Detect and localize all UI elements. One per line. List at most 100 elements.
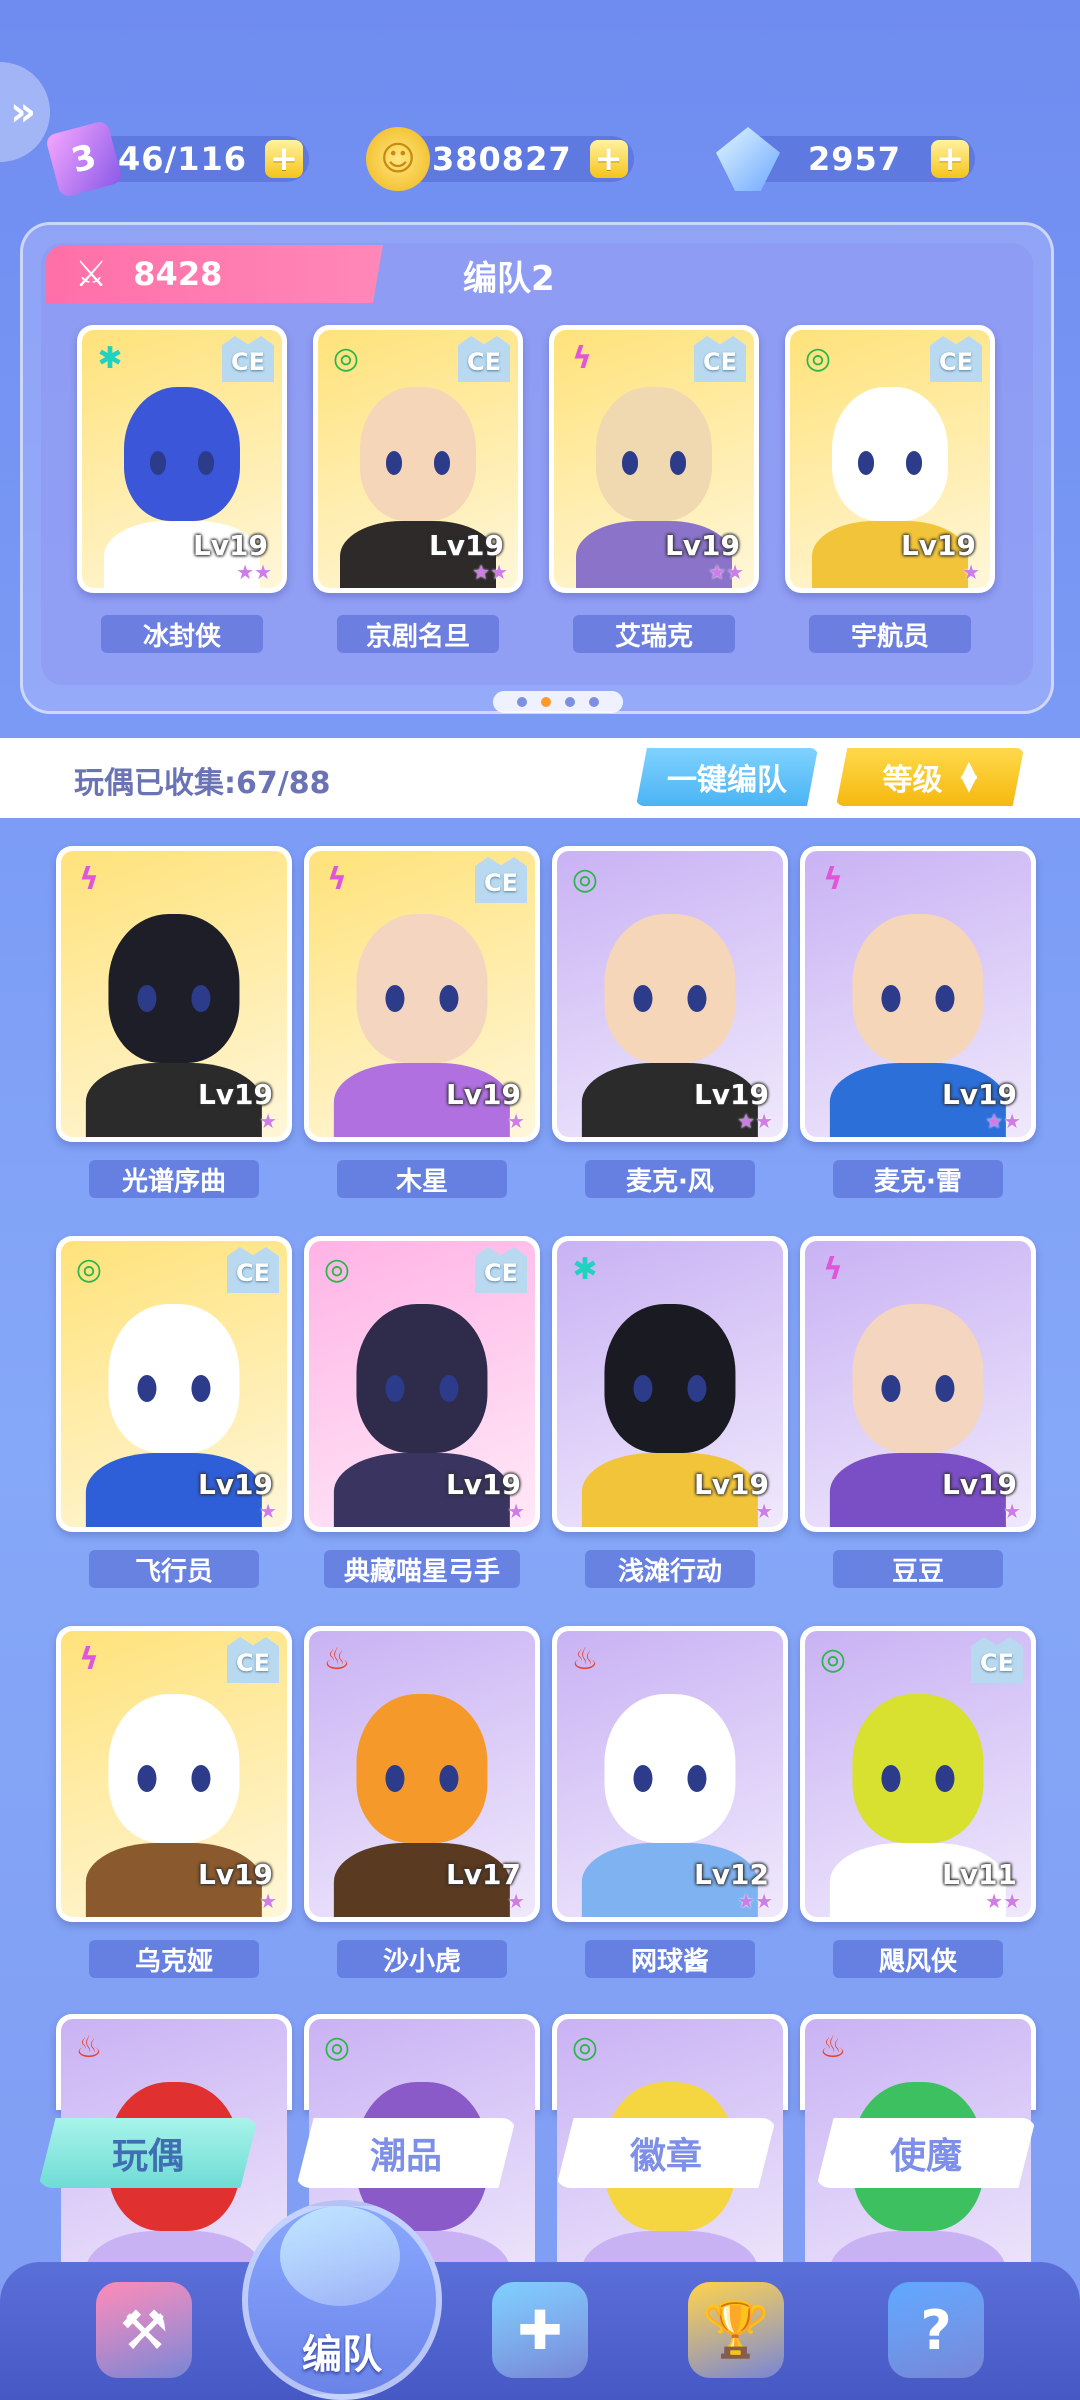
doll-card[interactable]: ◎ Lv19 ★★ <box>552 846 788 1142</box>
stamina-ticket-icon: 3 <box>44 119 124 199</box>
side-expand-tab[interactable]: » <box>0 62 50 162</box>
doll-eyes <box>881 985 955 1013</box>
doll-card[interactable]: ◎ CE Lv19 ★ <box>304 1236 540 1532</box>
doll-card[interactable]: ϟ CE Lv19 ★★ <box>549 325 759 593</box>
nav-item[interactable]: 🏆 <box>676 2270 796 2390</box>
tab-category[interactable]: 徽章 <box>556 2118 776 2188</box>
eye <box>633 1765 653 1793</box>
add-gems-button[interactable]: + <box>931 140 970 178</box>
add-coins-button[interactable]: + <box>589 140 628 178</box>
eye <box>385 985 405 1013</box>
doll-art: ϟ CE Lv19 ★ <box>309 851 535 1137</box>
element-icon: ϟ <box>327 861 347 897</box>
doll-card[interactable]: ϟ CE Lv19 ★ <box>56 1626 292 1922</box>
double-chevron-right-icon: » <box>10 89 36 135</box>
eye <box>137 1375 157 1403</box>
doll-eyes <box>857 451 923 476</box>
page-dot-active[interactable] <box>541 697 551 707</box>
doll-figure-head <box>108 1303 240 1453</box>
doll-name: 宇航员 <box>809 615 971 653</box>
page-dot[interactable] <box>565 697 575 707</box>
doll-art: ♨ Lv17 ★ <box>309 1631 535 1917</box>
nav-item[interactable]: ⚒ <box>84 2270 204 2390</box>
team-power-tag: ⚔ 8428 <box>45 245 383 303</box>
team-page-indicator[interactable] <box>493 691 623 713</box>
star-rating: ★ <box>507 1109 525 1133</box>
doll-card[interactable]: ✱ CE Lv19 ★★ <box>77 325 287 593</box>
doll-level: Lv17 <box>445 1858 521 1891</box>
doll-card[interactable]: ✱ Lv19 ★ <box>552 1236 788 1532</box>
quick-team-button[interactable]: 一键编队 <box>636 748 818 806</box>
eye <box>439 1375 459 1403</box>
doll-figure-head <box>852 913 984 1063</box>
doll-card[interactable]: ♨ <box>800 2014 1036 2305</box>
doll-card[interactable]: ϟ Lv19 ★ <box>56 846 292 1142</box>
doll-level: Lv12 <box>693 1858 769 1891</box>
element-icon: ϟ <box>823 861 843 897</box>
nav-item[interactable] <box>270 2196 410 2316</box>
eye <box>137 985 157 1013</box>
doll-name: 光谱序曲 <box>89 1160 259 1198</box>
eye <box>385 1375 405 1403</box>
doll-card[interactable]: ◎ CE Lv19 ★★ <box>313 325 523 593</box>
doll-card[interactable]: ϟ Lv19 ★★ <box>800 846 1036 1142</box>
doll-figure-head <box>596 386 712 521</box>
hammer-icon: ⚒ <box>96 2282 192 2378</box>
doll-art: ✱ CE Lv19 ★★ <box>82 330 282 588</box>
page-dot[interactable] <box>589 697 599 707</box>
element-icon: ◎ <box>75 1251 103 1287</box>
nav-item[interactable]: ? <box>876 2270 996 2390</box>
ce-crown-badge: CE <box>222 336 274 382</box>
doll-card[interactable]: ◎ <box>552 2014 788 2305</box>
doll-card[interactable]: ◎ <box>304 2014 540 2305</box>
doll-card[interactable]: ϟ CE Lv19 ★ <box>304 846 540 1142</box>
eye <box>137 1765 157 1793</box>
add-stamina-button[interactable]: + <box>265 140 304 178</box>
doll-level: Lv19 <box>445 1468 521 1501</box>
doll-figure-head <box>356 913 488 1063</box>
doll-card[interactable]: ♨ Lv17 ★ <box>304 1626 540 1922</box>
star-rating: ★ <box>1003 1499 1021 1523</box>
collection-bar: 玩偶已收集:67/88 一键编队 等级 ▲ ▼ <box>0 738 1080 818</box>
element-icon: ◎ <box>323 2029 351 2065</box>
page-dot[interactable] <box>517 697 527 707</box>
star-rating: ★ <box>962 560 980 584</box>
doll-card[interactable]: ♨ Lv12 ★★ <box>552 1626 788 1922</box>
tab-category[interactable]: 玩偶 <box>38 2118 258 2188</box>
doll-art: ϟ CE Lv19 ★ <box>61 1631 287 1917</box>
doll-name: 飓风侠 <box>833 1940 1003 1978</box>
star-rating: ★★ <box>236 560 272 584</box>
doll-level: Lv19 <box>197 1078 273 1111</box>
eye <box>687 1375 707 1403</box>
tab-category[interactable]: 潮品 <box>296 2118 516 2188</box>
nav-item[interactable]: ✚ <box>480 2270 600 2390</box>
eye <box>191 1375 211 1403</box>
doll-card[interactable]: ◎ CE Lv11 ★★ <box>800 1626 1036 1922</box>
stamina-value: 46/116 <box>118 140 248 178</box>
eye <box>191 985 211 1013</box>
doll-level: Lv19 <box>693 1078 769 1111</box>
element-icon: ϟ <box>823 1251 843 1287</box>
doll-art: ◎ CE Lv19 ★ <box>309 1241 535 1527</box>
eye <box>669 451 687 476</box>
tab-category[interactable]: 使魔 <box>816 2118 1036 2188</box>
eye <box>191 1765 211 1793</box>
star-rating: ★ <box>259 1109 277 1133</box>
doll-name: 飞行员 <box>89 1550 259 1588</box>
coins-value: 380827 <box>432 140 572 178</box>
doll-card[interactable]: ◎ CE Lv19 ★ <box>785 325 995 593</box>
element-icon: ϟ <box>79 861 99 897</box>
doll-figure-head <box>360 386 476 521</box>
doll-name: 冰封侠 <box>101 615 263 653</box>
doll-figure-head <box>108 1693 240 1843</box>
doll-card[interactable]: ♨ <box>56 2014 292 2305</box>
doll-name: 沙小虎 <box>337 1940 507 1978</box>
eye <box>857 451 875 476</box>
trophy-icon: 🏆 <box>688 2282 784 2378</box>
doll-card[interactable]: ϟ Lv19 ★ <box>800 1236 1036 1532</box>
star-rating: ★★ <box>737 1109 773 1133</box>
element-icon: ◎ <box>804 340 832 376</box>
sort-level-button[interactable]: 等级 ▲ ▼ <box>836 748 1024 806</box>
doll-art: ♨ Lv12 ★★ <box>557 1631 783 1917</box>
doll-card[interactable]: ◎ CE Lv19 ★ <box>56 1236 292 1532</box>
